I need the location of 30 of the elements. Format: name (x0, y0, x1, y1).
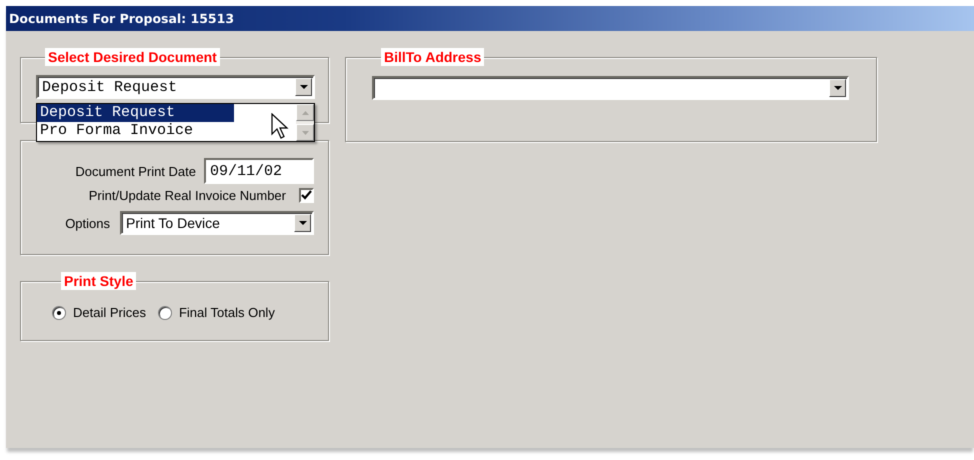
caret-icon (298, 221, 306, 225)
group-legend: Print Style (61, 272, 136, 290)
group-legend: BillTo Address (381, 48, 484, 66)
down-arrow-icon (302, 130, 308, 134)
combo-value: Deposit Request (42, 78, 178, 96)
radio-label: Final Totals Only (178, 305, 275, 320)
caret-icon (834, 86, 842, 90)
dropdown-button[interactable] (295, 78, 312, 96)
checkbox-label: Print/Update Real Invoice Number (88, 188, 286, 203)
address-combo[interactable] (372, 76, 849, 100)
field-label: Document Print Date (75, 164, 196, 178)
field-label: Options (65, 216, 110, 230)
up-arrow-icon (302, 110, 308, 114)
dropdown-button[interactable] (294, 214, 311, 232)
group-legend: Select Desired Document (45, 48, 220, 66)
radio-label: Detail Prices (73, 305, 146, 320)
mouse-pointer-icon (271, 113, 289, 139)
dropdown-item[interactable]: Pro Forma Invoice (37, 122, 296, 140)
dropdown-button[interactable] (829, 79, 846, 97)
scrollbar[interactable] (296, 104, 314, 141)
options-combo[interactable]: Print To Device (120, 211, 314, 235)
caret-icon (300, 85, 308, 89)
radio-button[interactable] (158, 306, 172, 320)
date-field[interactable]: 09/11/02 (204, 158, 314, 184)
radio-button[interactable] (52, 306, 66, 320)
checkbox[interactable] (299, 188, 314, 203)
window-title: Documents For Proposal: 15513 (9, 11, 234, 26)
combo-value: Print To Device (126, 215, 221, 231)
dropdown-item[interactable]: Deposit Request (37, 104, 234, 122)
document-combo[interactable]: Deposit Request (36, 75, 315, 99)
